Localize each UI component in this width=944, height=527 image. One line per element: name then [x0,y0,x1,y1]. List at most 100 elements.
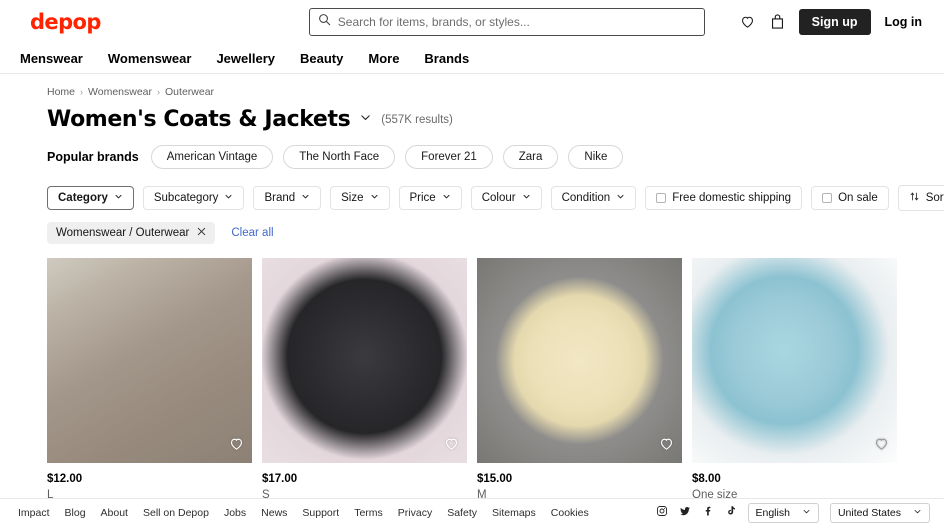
sort-arrows-icon [909,191,920,205]
chevron-down-icon [522,192,531,204]
language-selector[interactable]: English [747,503,819,523]
product-card[interactable]: $8.00 One size [692,258,897,501]
brand-chip-forever-21[interactable]: Forever 21 [405,145,493,169]
brand-chip-zara[interactable]: Zara [502,145,559,169]
filter-category[interactable]: Category [47,186,134,210]
country-value: United States [837,507,901,519]
footer-link-sitemaps[interactable]: Sitemaps [492,507,536,519]
heart-icon[interactable] [658,435,675,457]
filter-size[interactable]: Size [330,186,390,210]
product-card[interactable]: $12.00 L [47,258,252,501]
chevron-down-icon [616,192,625,204]
shopping-bag-icon[interactable] [770,13,785,30]
country-selector[interactable]: United States [829,503,930,523]
depop-logo[interactable]: depop [30,10,101,34]
filter-label: Colour [481,192,516,204]
filter-label: On sale [838,192,878,204]
nav-item-more[interactable]: More [368,51,399,66]
heart-icon[interactable] [739,13,756,30]
chevron-down-icon [802,507,811,519]
filter-label: Brand [264,192,296,204]
breadcrumb-separator: › [157,87,161,97]
footer-link-about[interactable]: About [101,507,128,519]
filter-subcategory[interactable]: Subcategory [142,186,245,210]
footer-link-blog[interactable]: Blog [65,507,86,519]
active-filters-row: Womenswear / Outerwear Clear all [47,222,924,244]
sort-button[interactable]: Sort [897,185,944,211]
footer-link-impact[interactable]: Impact [18,507,50,519]
footer-link-privacy[interactable]: Privacy [398,507,432,519]
filter-on-sale[interactable]: On sale [811,186,889,210]
breadcrumb-item-home[interactable]: Home [47,86,75,98]
results-count: (557K results) [381,113,453,126]
footer-link-news[interactable]: News [261,507,287,519]
main-navigation: Menswear Womenswear Jewellery Beauty Mor… [0,43,944,74]
heart-icon[interactable] [873,435,890,457]
nav-item-jewellery[interactable]: Jewellery [216,51,275,66]
chevron-down-icon[interactable] [359,111,372,129]
facebook-icon[interactable] [702,504,714,522]
filter-price[interactable]: Price [398,186,462,210]
product-card[interactable]: $15.00 M [477,258,682,501]
brand-chip-the-north-face[interactable]: The North Face [283,145,396,169]
nav-item-womenswear[interactable]: Womenswear [108,51,192,66]
filter-label: Category [58,192,108,204]
page-title-row: Women's Coats & Jackets (557K results) [47,107,924,132]
search-bar[interactable] [308,7,705,36]
breadcrumb-separator: › [80,87,84,97]
product-price: $8.00 [692,473,721,485]
close-icon[interactable] [197,227,206,239]
top-bar: depop Sign up Log in [0,0,944,43]
nav-item-brands[interactable]: Brands [424,51,469,66]
breadcrumb: Home › Womenswear › Outerwear [47,74,924,98]
search-icon [318,13,338,31]
checkbox-on-sale[interactable] [822,193,833,203]
footer-link-jobs[interactable]: Jobs [224,507,246,519]
filter-colour[interactable]: Colour [470,186,542,210]
footer-link-support[interactable]: Support [302,507,339,519]
log-in-link[interactable]: Log in [885,15,923,29]
main-content: Home › Womenswear › Outerwear Women's Co… [0,74,944,523]
filter-label: Free domestic shipping [672,192,792,204]
product-image[interactable] [477,258,682,463]
filter-label: Price [409,192,436,204]
chevron-down-icon [114,192,123,204]
product-image[interactable] [692,258,897,463]
product-image[interactable] [262,258,467,463]
breadcrumb-item-outerwear[interactable]: Outerwear [165,86,214,98]
filter-label: Size [341,192,364,204]
footer-links: Impact Blog About Sell on Depop Jobs New… [18,507,589,519]
footer-link-terms[interactable]: Terms [354,507,383,519]
heart-icon[interactable] [228,435,245,457]
top-bar-actions: Sign up Log in [739,8,924,35]
breadcrumb-item-womenswear[interactable]: Womenswear [88,86,152,98]
product-image[interactable] [47,258,252,463]
filter-bar: Category Subcategory Brand Size Price Co… [47,185,944,211]
heart-icon[interactable] [443,435,460,457]
brand-chip-nike[interactable]: Nike [568,145,624,169]
product-price: $15.00 [477,473,513,485]
active-filter-chip-womenswear-outerwear[interactable]: Womenswear / Outerwear [47,222,216,244]
instagram-icon[interactable] [656,504,668,522]
footer-link-cookies[interactable]: Cookies [551,507,589,519]
filter-condition[interactable]: Condition [550,186,637,210]
popular-brands-label: Popular brands [47,150,139,164]
chevron-down-icon [913,507,922,519]
brand-chip-american-vintage[interactable]: American Vintage [150,145,274,169]
sign-up-button[interactable]: Sign up [798,8,871,35]
nav-item-beauty[interactable]: Beauty [300,51,343,66]
filter-brand[interactable]: Brand [253,186,322,210]
product-card[interactable]: $17.00 S [262,258,467,501]
popular-brands-row: Popular brands American Vintage The Nort… [47,145,924,169]
checkbox-free-domestic-shipping[interactable] [656,193,667,203]
footer-link-sell-on-depop[interactable]: Sell on Depop [143,507,209,519]
chevron-down-icon [301,192,310,204]
nav-item-menswear[interactable]: Menswear [20,51,83,66]
active-filter-label: Womenswear / Outerwear [56,227,190,239]
clear-all-link[interactable]: Clear all [231,227,273,239]
filter-free-domestic-shipping[interactable]: Free domestic shipping [645,186,803,210]
footer-link-safety[interactable]: Safety [447,507,477,519]
twitter-icon[interactable] [679,504,691,522]
tiktok-icon[interactable] [725,504,737,522]
search-input[interactable] [337,14,696,29]
